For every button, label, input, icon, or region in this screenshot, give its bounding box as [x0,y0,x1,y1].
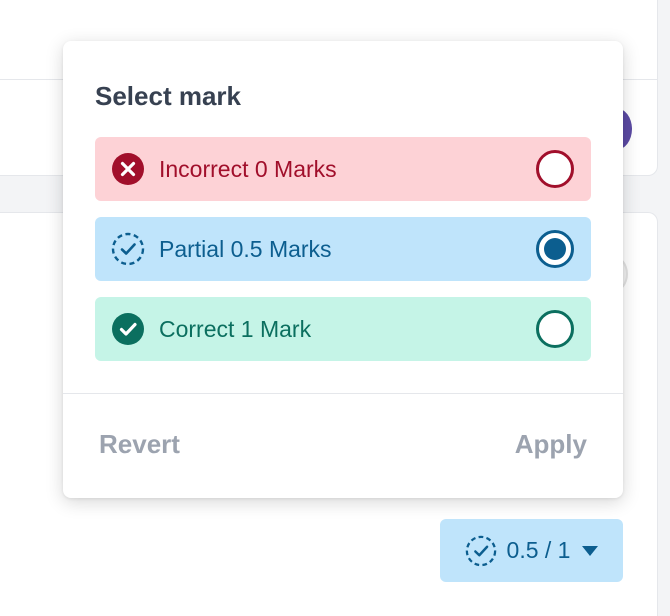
option-partial[interactable]: Partial 0.5 Marks [95,217,591,281]
radio-selected[interactable] [535,229,575,269]
check-circle-icon [112,313,144,345]
revert-button[interactable]: Revert [99,429,180,460]
option-label: Correct 1 Mark [159,315,312,342]
apply-button[interactable]: Apply [515,429,587,460]
caret-down-icon [582,545,599,556]
radio-unselected[interactable] [535,149,575,189]
option-incorrect[interactable]: Incorrect 0 Marks [95,137,591,201]
select-mark-popover: Select mark Incorrect 0 Marks Partial 0.… [63,41,623,498]
score-dropdown[interactable]: 0.5 / 1 [440,519,623,582]
dashed-check-circle-icon [111,232,145,266]
popover-title: Select mark [95,81,241,111]
score-text: 0.5 / 1 [506,537,571,563]
radio-unselected[interactable] [535,309,575,349]
x-circle-icon [112,153,144,185]
option-correct[interactable]: Correct 1 Mark [95,297,591,361]
dashed-check-circle-icon [465,535,496,566]
divider [63,393,623,394]
option-label: Partial 0.5 Marks [159,235,332,262]
option-label: Incorrect 0 Marks [159,155,337,182]
